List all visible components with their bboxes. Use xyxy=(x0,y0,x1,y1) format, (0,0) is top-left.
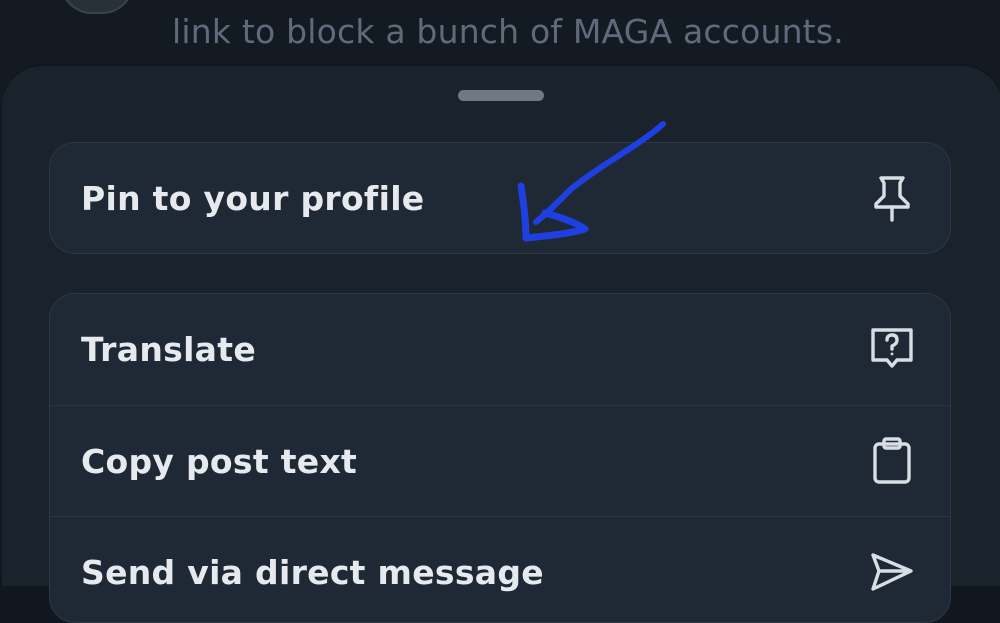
bottom-sheet: Pin to your profile Translate Copy post … xyxy=(2,66,1000,623)
menu-item-label: Send via direct message xyxy=(81,552,544,592)
translate-item[interactable]: Translate xyxy=(50,294,950,405)
pin-to-profile-item[interactable]: Pin to your profile xyxy=(50,143,950,253)
send-via-direct-message-item[interactable]: Send via direct message xyxy=(50,516,950,622)
post-text: link to block a bunch of MAGA accounts. xyxy=(172,12,844,51)
menu-item-label: Copy post text xyxy=(81,441,358,481)
pin-group: Pin to your profile xyxy=(49,142,951,254)
copy-post-text-item[interactable]: Copy post text xyxy=(50,405,950,516)
avatar xyxy=(60,0,134,14)
menu-item-label: Translate xyxy=(81,330,256,369)
send-icon xyxy=(868,548,916,596)
actions-group: Translate Copy post text Send via direct… xyxy=(49,293,951,623)
pin-icon xyxy=(868,175,916,223)
menu-item-label: Pin to your profile xyxy=(81,179,425,218)
sheet-drag-handle[interactable] xyxy=(458,90,544,101)
translate-icon xyxy=(868,326,916,374)
clipboard-icon xyxy=(868,437,916,485)
